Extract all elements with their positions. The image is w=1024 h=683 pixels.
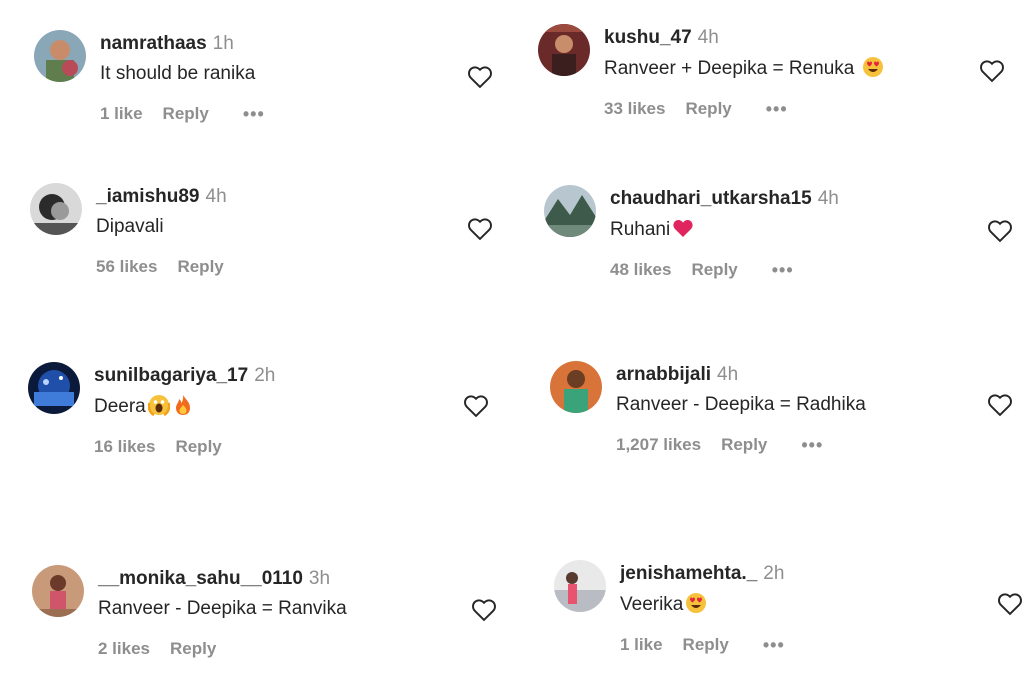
more-options-icon[interactable]: •••	[766, 100, 788, 118]
comment-text: Dipavali	[96, 216, 164, 237]
username[interactable]: chaudhari_utkarsha15	[610, 188, 812, 209]
avatar[interactable]	[554, 560, 606, 612]
comment-item: __monika_sahu__0110 3h Ranveer - Deepika …	[32, 565, 502, 675]
reply-button[interactable]: Reply	[721, 435, 767, 455]
likes-count[interactable]: 1 like	[620, 635, 663, 655]
fire-emoji	[172, 394, 194, 416]
likes-count[interactable]: 1 like	[100, 104, 143, 124]
username[interactable]: sunilbagariya_17	[94, 365, 248, 386]
comment-text: Ranveer - Deepika = Ranvika	[98, 598, 347, 619]
comment-text: Veerika	[620, 594, 684, 615]
avatar[interactable]	[30, 183, 82, 235]
red-heart-emoji	[672, 217, 694, 239]
comment-item: jenishamehta._ 2h Veerika 1 like Reply •••	[554, 560, 1022, 670]
likes-count[interactable]: 33 likes	[604, 99, 665, 119]
likes-count[interactable]: 16 likes	[94, 437, 155, 457]
avatar[interactable]	[28, 362, 80, 414]
avatar[interactable]	[34, 30, 86, 82]
likes-count[interactable]: 2 likes	[98, 639, 150, 659]
comment-item: arnabbijali 4h Ranveer - Deepika = Radhik…	[550, 361, 1016, 471]
username[interactable]: _iamishu89	[96, 186, 200, 207]
timestamp[interactable]: 2h	[254, 365, 275, 386]
more-options-icon[interactable]: •••	[763, 636, 785, 654]
reply-button[interactable]: Reply	[177, 257, 223, 277]
heart-outline-icon[interactable]	[978, 57, 1006, 85]
timestamp[interactable]: 4h	[206, 186, 227, 207]
comment-item: sunilbagariya_17 2h Deera 16 likes Reply	[28, 362, 498, 472]
username[interactable]: jenishamehta._	[620, 563, 757, 584]
reply-button[interactable]: Reply	[170, 639, 216, 659]
comment-text: Ranveer - Deepika = Radhika	[616, 394, 866, 415]
heart-outline-icon[interactable]	[462, 392, 490, 420]
timestamp[interactable]: 3h	[309, 568, 330, 589]
username[interactable]: __monika_sahu__0110	[98, 568, 303, 589]
comment-item: kushu_47 4h Ranveer + Deepika = Renuka 33…	[538, 24, 1016, 134]
comment-text: Ruhani	[610, 219, 671, 240]
comment-item: _iamishu89 4h Dipavali 56 likes Reply	[30, 183, 500, 293]
more-options-icon[interactable]: •••	[243, 105, 265, 123]
reply-button[interactable]: Reply	[163, 104, 209, 124]
heart-outline-icon[interactable]	[996, 590, 1024, 618]
timestamp[interactable]: 4h	[717, 364, 738, 385]
comment-item: chaudhari_utkarsha15 4h Ruhani 48 likes Re…	[544, 185, 1016, 295]
avatar[interactable]	[538, 24, 590, 76]
heart-eyes-emoji	[685, 592, 707, 614]
more-options-icon[interactable]: •••	[772, 261, 794, 279]
timestamp[interactable]: 1h	[213, 33, 234, 54]
likes-count[interactable]: 1,207 likes	[616, 435, 701, 455]
timestamp[interactable]: 4h	[698, 27, 719, 48]
screaming-face-emoji	[147, 394, 170, 416]
avatar[interactable]	[550, 361, 602, 413]
likes-count[interactable]: 48 likes	[610, 260, 671, 280]
timestamp[interactable]: 2h	[763, 563, 784, 584]
reply-button[interactable]: Reply	[691, 260, 737, 280]
comment-item: namrathaas 1h It should be ranika 1 like R…	[34, 30, 504, 140]
reply-button[interactable]: Reply	[175, 437, 221, 457]
avatar[interactable]	[544, 185, 596, 237]
avatar[interactable]	[32, 565, 84, 617]
username[interactable]: namrathaas	[100, 33, 207, 54]
heart-outline-icon[interactable]	[986, 217, 1014, 245]
heart-outline-icon[interactable]	[986, 391, 1014, 419]
reply-button[interactable]: Reply	[685, 99, 731, 119]
heart-outline-icon[interactable]	[466, 215, 494, 243]
reply-button[interactable]: Reply	[683, 635, 729, 655]
heart-eyes-emoji	[862, 56, 884, 78]
username[interactable]: kushu_47	[604, 27, 692, 48]
comment-text: Ranveer + Deepika = Renuka	[604, 58, 855, 79]
comment-text: Deera	[94, 396, 146, 417]
timestamp[interactable]: 4h	[818, 188, 839, 209]
likes-count[interactable]: 56 likes	[96, 257, 157, 277]
heart-outline-icon[interactable]	[466, 63, 494, 91]
more-options-icon[interactable]: •••	[801, 436, 823, 454]
username[interactable]: arnabbijali	[616, 364, 711, 385]
heart-outline-icon[interactable]	[470, 596, 498, 624]
comment-text: It should be ranika	[100, 63, 256, 84]
